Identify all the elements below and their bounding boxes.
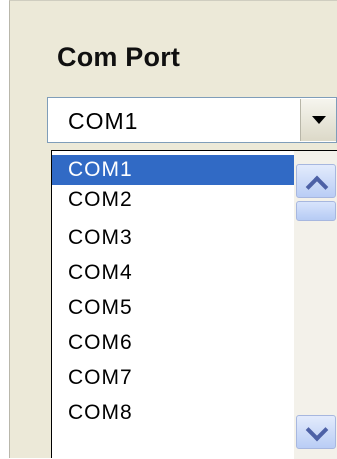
scrollbar-thumb[interactable] [296, 201, 336, 221]
list-item-com4[interactable]: COM4 [52, 258, 294, 288]
com-port-combobox[interactable]: COM1 [47, 97, 337, 143]
com-port-dropdown-list[interactable]: COM1 COM2 COM3 COM4 COM5 COM6 COM7 COM8 [51, 150, 337, 459]
scroll-down-button[interactable] [296, 415, 336, 449]
combo-value: COM1 [68, 108, 139, 134]
chevron-down-icon [305, 418, 329, 442]
com-port-label: Com Port [57, 42, 181, 72]
dropdown-button[interactable] [300, 99, 336, 141]
triangle-down-icon [312, 116, 326, 124]
list-item-com1[interactable]: COM1 [52, 155, 294, 185]
chevron-up-icon [305, 175, 329, 199]
list-item-com8[interactable]: COM8 [52, 398, 294, 428]
vertical-scrollbar[interactable] [294, 151, 337, 459]
list-item-com6[interactable]: COM6 [52, 328, 294, 358]
list-item-com7[interactable]: COM7 [52, 363, 294, 393]
list-item-com3[interactable]: COM3 [52, 223, 294, 253]
scroll-up-button[interactable] [296, 164, 336, 199]
list-item-com5[interactable]: COM5 [52, 293, 294, 323]
list-item-com2[interactable]: COM2 [52, 185, 294, 215]
